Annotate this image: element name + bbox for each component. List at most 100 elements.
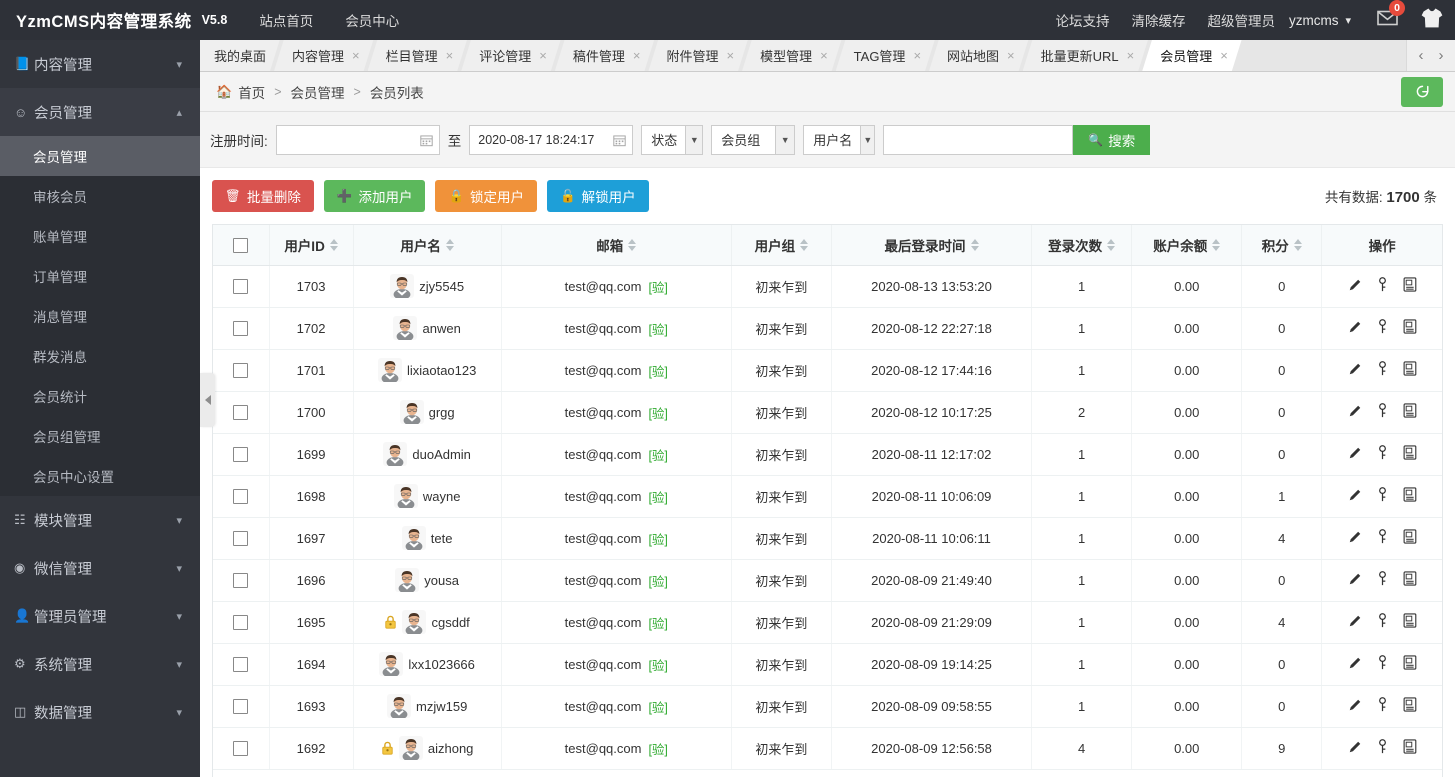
tab-close-icon[interactable]: × [352,49,360,62]
verified-badge[interactable]: [验] [648,529,667,548]
view-detail-button[interactable] [1403,571,1417,586]
row-checkbox[interactable] [233,531,249,547]
forum-support-link[interactable]: 论坛支持 [1055,10,1109,30]
row-checkbox[interactable] [233,657,249,673]
sidebar-collapse-handle[interactable] [200,373,215,427]
sidebar-item-data-management[interactable]: ◫ 数据管理 ▾ [0,688,200,736]
sidebar-item-mass-message[interactable]: 群发消息 [0,336,200,376]
reset-password-button[interactable] [1376,319,1389,334]
sidebar-item-member-management[interactable]: ☺ 会员管理 ▴ [0,88,200,136]
row-checkbox[interactable] [233,363,249,379]
sidebar-item-member-group[interactable]: 会员组管理 [0,416,200,456]
reset-password-button[interactable] [1376,445,1389,460]
view-detail-button[interactable] [1403,739,1417,754]
sidebar-item-module-management[interactable]: ☷ 模块管理 ▾ [0,496,200,544]
view-detail-button[interactable] [1403,655,1417,670]
tab-comment-management[interactable]: 评论管理 × [461,39,561,71]
reset-password-button[interactable] [1376,361,1389,376]
status-select[interactable]: 状态 ▼ [641,124,704,155]
table-row[interactable]: 1703 zjy5545 test@qq.com [验] 初来乍到 2020-08-13 … [213,265,1442,308]
reset-password-button[interactable] [1376,277,1389,292]
tab-draft-management[interactable]: 稿件管理 × [555,39,655,71]
tab-member-management[interactable]: 会员管理 × [1142,39,1242,71]
row-checkbox[interactable] [233,615,249,631]
member-center-link[interactable]: 会员中心 [345,10,399,30]
col-user-id[interactable]: 用户ID [269,225,354,266]
sidebar-item-message[interactable]: 消息管理 [0,296,200,336]
verified-badge[interactable]: [验] [648,445,667,464]
row-checkbox[interactable] [233,279,249,295]
search-field-select[interactable]: 用户名 ▼ [803,124,876,155]
tab-scroll-right-icon[interactable]: › [1431,47,1451,64]
sidebar-item-content-management[interactable]: 📘 内容管理 ▾ [0,40,200,88]
sidebar-item-member-settings[interactable]: 会员中心设置 [0,456,200,496]
edit-user-button[interactable] [1348,446,1362,460]
row-checkbox[interactable] [233,699,249,715]
edit-user-button[interactable] [1348,656,1362,670]
col-user-group[interactable]: 用户组 [731,225,832,266]
verified-badge[interactable]: [验] [648,571,667,590]
tab-attachment-management[interactable]: 附件管理 × [648,39,748,71]
verified-badge[interactable]: [验] [648,697,667,716]
edit-user-button[interactable] [1348,740,1362,754]
verified-badge[interactable]: [验] [648,487,667,506]
reset-password-button[interactable] [1376,613,1389,628]
row-checkbox[interactable] [233,321,249,337]
table-row[interactable]: 1692 aizhong test@qq.com [验] 初来乍到 2020-08-09 … [213,727,1442,770]
edit-user-button[interactable] [1348,698,1362,712]
table-row[interactable]: 1697 tete test@qq.com [验] 初来乍到 2020-08-11 10:… [213,517,1442,560]
sidebar-item-member-list[interactable]: 会员管理 [0,136,200,176]
edit-user-button[interactable] [1348,530,1362,544]
row-checkbox[interactable] [233,573,249,589]
reset-password-button[interactable] [1376,739,1389,754]
view-detail-button[interactable] [1403,487,1417,502]
verified-badge[interactable]: [验] [648,403,667,422]
view-detail-button[interactable] [1403,319,1417,334]
edit-user-button[interactable] [1348,404,1362,418]
reset-password-button[interactable] [1376,529,1389,544]
sidebar-item-member-stats[interactable]: 会员统计 [0,376,200,416]
verified-badge[interactable]: [验] [648,277,667,296]
breadcrumb-level3[interactable]: 会员列表 [370,82,424,102]
reset-password-button[interactable] [1376,655,1389,670]
user-menu[interactable]: yzmcms ▾ [1289,13,1351,28]
verified-badge[interactable]: [验] [648,655,667,674]
reset-password-button[interactable] [1376,487,1389,502]
row-checkbox[interactable] [233,489,249,505]
breadcrumb-home[interactable]: 首页 [238,82,265,102]
tab-close-icon[interactable]: × [633,49,641,62]
row-checkbox[interactable] [233,741,249,757]
sidebar-item-admin-management[interactable]: 👤 管理员管理 ▾ [0,592,200,640]
tab-close-icon[interactable]: × [446,49,454,62]
view-detail-button[interactable] [1403,403,1417,418]
view-detail-button[interactable] [1403,361,1417,376]
reset-password-button[interactable] [1376,571,1389,586]
col-last-login[interactable]: 最后登录时间 [831,225,1033,266]
table-row[interactable]: 1702 anwen test@qq.com [验] 初来乍到 2020-08-12 22… [213,307,1442,350]
table-row[interactable]: 1698 wayne test@qq.com [验] 初来乍到 2020-08-11 10… [213,475,1442,518]
tab-scroll-left-icon[interactable]: ‹ [1411,47,1431,64]
view-detail-button[interactable] [1403,697,1417,712]
tab-close-icon[interactable]: × [820,49,828,62]
add-user-button[interactable]: ➕ 添加用户 [323,180,426,212]
tab-close-icon[interactable]: × [1220,49,1228,62]
table-row[interactable]: 1701 lixiaotao123 test@qq.com [验] 初来乍到 2020-0… [213,349,1442,392]
table-row[interactable]: 1693 mzjw159 test@qq.com [验] 初来乍到 2020-08-09 … [213,685,1442,728]
col-balance[interactable]: 账户余额 [1131,225,1243,266]
verified-badge[interactable]: [验] [648,361,667,380]
tab-sitemap[interactable]: 网站地图 × [929,39,1029,71]
col-points[interactable]: 积分 [1241,225,1323,266]
tab-content-management[interactable]: 内容管理 × [274,39,374,71]
reset-password-button[interactable] [1376,697,1389,712]
date-from-input[interactable] [275,124,440,155]
tab-batch-update-url[interactable]: 批量更新URL × [1023,39,1149,71]
view-detail-button[interactable] [1403,529,1417,544]
tab-category-management[interactable]: 栏目管理 × [368,39,468,71]
col-email[interactable]: 邮箱 [501,225,732,266]
search-button[interactable]: 🔍 搜索 [1073,124,1151,155]
sidebar-item-order[interactable]: 订单管理 [0,256,200,296]
view-detail-button[interactable] [1403,277,1417,292]
search-input[interactable] [883,124,1074,155]
site-home-link[interactable]: 站点首页 [259,10,313,30]
col-username[interactable]: 用户名 [353,225,502,266]
